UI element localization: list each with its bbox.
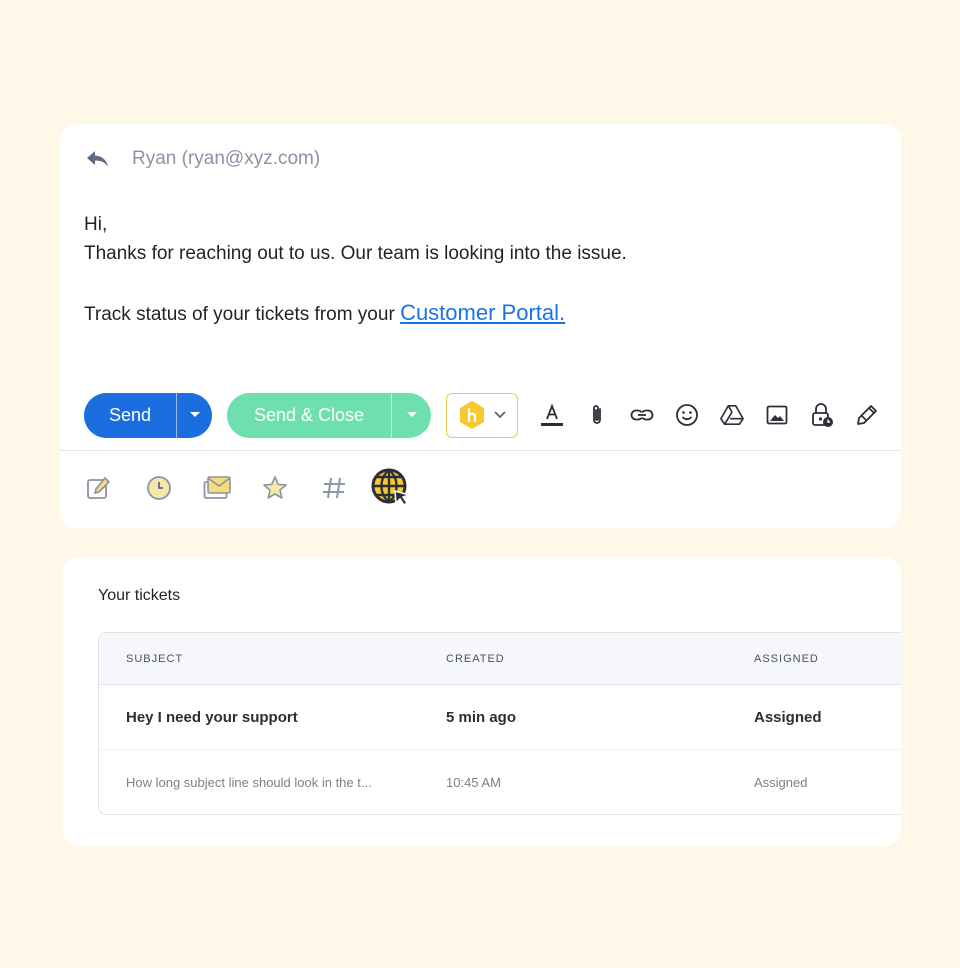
reply-compose-card: Ryan (ryan@xyz.com) Hi, Thanks for reach… bbox=[60, 124, 901, 528]
tickets-card: Your tickets SUBJECT CREATED ASSIGNED He… bbox=[63, 557, 901, 846]
body-line-2: Track status of your tickets from your C… bbox=[84, 298, 627, 329]
ticket-created: 10:45 AM bbox=[446, 775, 501, 790]
drive-icon[interactable] bbox=[720, 403, 744, 427]
caret-down-icon bbox=[189, 412, 200, 417]
lock-clock-icon[interactable] bbox=[810, 403, 834, 427]
tickets-title: Your tickets bbox=[98, 587, 181, 604]
caret-down-icon bbox=[406, 412, 417, 417]
compose-toolbar: Send Send & Close bbox=[84, 392, 879, 438]
reply-recipient: Ryan (ryan@xyz.com) bbox=[132, 148, 321, 169]
reply-header: Ryan (ryan@xyz.com) bbox=[86, 148, 320, 170]
body-line-2-prefix: Track status of your tickets from your bbox=[84, 304, 401, 325]
hash-icon[interactable] bbox=[321, 475, 347, 501]
image-icon[interactable] bbox=[765, 403, 789, 427]
table-row[interactable]: Hey I need your support 5 min ago Assign… bbox=[99, 685, 901, 750]
column-header-assigned[interactable]: ASSIGNED bbox=[754, 653, 819, 665]
app-selector-button[interactable] bbox=[446, 392, 518, 438]
bottom-action-icons bbox=[86, 468, 411, 508]
send-split-button: Send bbox=[84, 392, 212, 438]
link-icon[interactable] bbox=[630, 403, 654, 427]
globe-cursor-icon[interactable] bbox=[371, 468, 411, 508]
app-background: Ryan (ryan@xyz.com) Hi, Thanks for reach… bbox=[0, 0, 960, 968]
ticket-subject: Hey I need your support bbox=[126, 709, 298, 726]
note-icon[interactable] bbox=[86, 475, 112, 501]
message-body[interactable]: Hi, Thanks for reaching out to us. Our t… bbox=[84, 210, 627, 329]
send-close-options-button[interactable] bbox=[391, 392, 431, 438]
emoji-icon[interactable] bbox=[675, 403, 699, 427]
ticket-assigned: Assigned bbox=[754, 709, 822, 726]
send-close-button[interactable]: Send & Close bbox=[227, 393, 391, 438]
formatting-icons bbox=[540, 403, 879, 427]
attachment-icon[interactable] bbox=[585, 403, 609, 427]
ticket-created: 5 min ago bbox=[446, 709, 517, 726]
ticket-assigned: Assigned bbox=[754, 775, 808, 790]
chevron-down-icon bbox=[494, 411, 506, 419]
hexagon-logo-icon bbox=[460, 401, 484, 429]
send-options-button[interactable] bbox=[176, 392, 212, 438]
body-line-1: Thanks for reaching out to us. Our team … bbox=[84, 243, 627, 264]
star-icon[interactable] bbox=[262, 475, 288, 501]
mail-icon[interactable] bbox=[203, 475, 231, 501]
ticket-subject: How long subject line should look in the… bbox=[126, 775, 372, 790]
customer-portal-link[interactable]: Customer Portal. bbox=[400, 300, 565, 325]
pen-icon[interactable] bbox=[855, 403, 879, 427]
column-header-created[interactable]: CREATED bbox=[446, 653, 505, 665]
greeting-text: Hi, bbox=[84, 214, 108, 235]
column-header-subject[interactable]: SUBJECT bbox=[126, 653, 183, 665]
table-header: SUBJECT CREATED ASSIGNED bbox=[99, 633, 901, 685]
text-color-icon[interactable] bbox=[540, 403, 564, 427]
send-close-split-button: Send & Close bbox=[227, 392, 431, 438]
send-button[interactable]: Send bbox=[84, 393, 176, 438]
toolbar-divider bbox=[60, 450, 901, 451]
table-row[interactable]: How long subject line should look in the… bbox=[99, 750, 901, 814]
clock-icon[interactable] bbox=[146, 475, 172, 501]
reply-icon[interactable] bbox=[86, 149, 110, 169]
tickets-table: SUBJECT CREATED ASSIGNED Hey I need your… bbox=[98, 632, 901, 815]
